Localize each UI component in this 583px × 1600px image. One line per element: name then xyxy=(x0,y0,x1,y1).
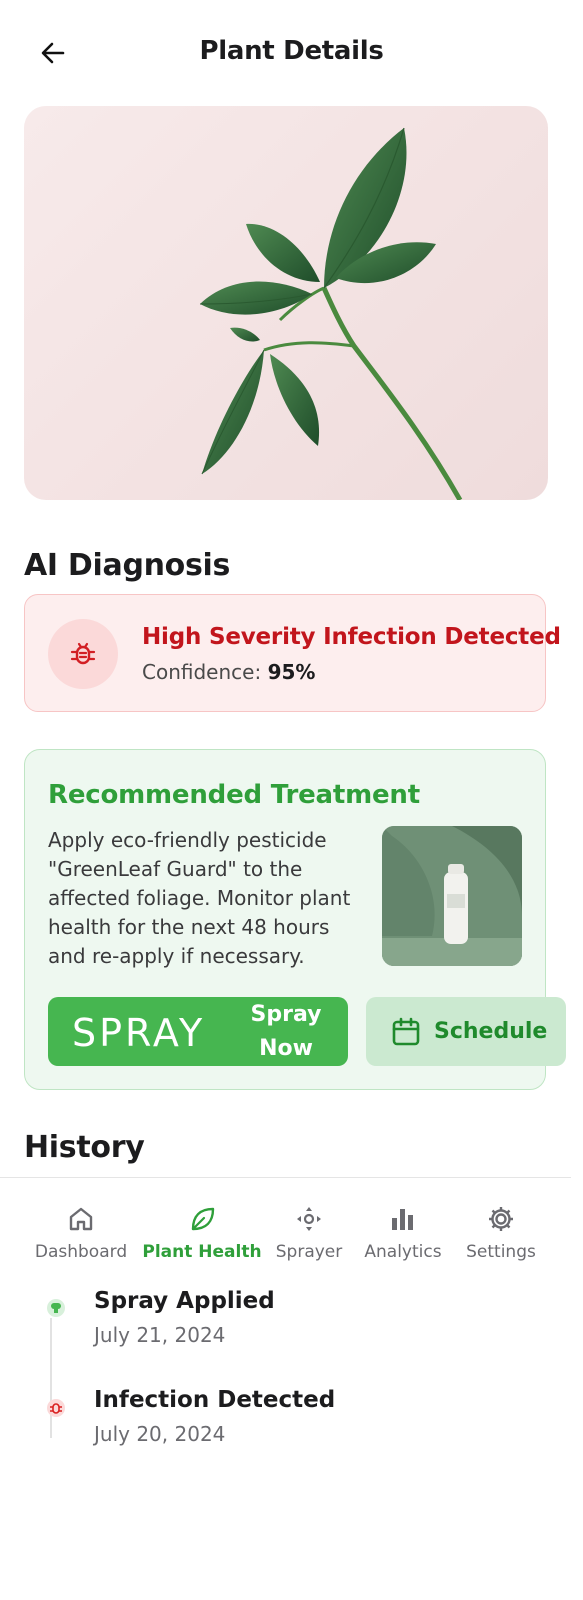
timeline-line xyxy=(50,1318,52,1438)
bug-icon xyxy=(50,1403,62,1414)
diagnosis-icon-badge xyxy=(48,619,118,689)
history-event-title: Infection Detected xyxy=(94,1387,336,1413)
leaf-icon xyxy=(191,1207,215,1231)
spray-icon xyxy=(51,1303,61,1313)
home-icon xyxy=(69,1207,93,1231)
confidence-label: Confidence: xyxy=(142,660,262,684)
timeline-dot-infection xyxy=(47,1399,65,1417)
nav-label-plant-health: Plant Health xyxy=(142,1242,262,1262)
plant-photo xyxy=(24,106,548,500)
nav-label-dashboard: Dashboard xyxy=(34,1242,128,1262)
schedule-label: Schedule xyxy=(434,1019,548,1044)
treatment-title: Recommended Treatment xyxy=(48,780,420,810)
history-event-title: Spray Applied xyxy=(94,1288,275,1314)
history-section-title: History xyxy=(24,1130,145,1165)
nav-item-settings[interactable]: Settings xyxy=(441,1204,561,1262)
calendar-icon xyxy=(392,1017,420,1045)
nav-label-settings: Settings xyxy=(466,1242,536,1262)
bar-chart-icon xyxy=(392,1209,413,1230)
schedule-button[interactable]: Schedule xyxy=(366,997,566,1066)
gear-icon xyxy=(489,1207,513,1231)
treatment-description: Apply eco-friendly pesticide "GreenLeaf … xyxy=(48,828,351,968)
confidence-value: 95% xyxy=(267,660,316,684)
nav-item-dashboard[interactable]: Dashboard xyxy=(21,1204,141,1262)
diagnosis-confidence: Confidence: 95% xyxy=(142,660,315,684)
page-title: Plant Details xyxy=(199,36,384,66)
nav-item-plant-health[interactable]: Plant Health xyxy=(142,1204,262,1262)
timeline-dot-spray xyxy=(47,1299,65,1317)
spray-now-label: Spray Now xyxy=(250,1001,322,1061)
product-photo xyxy=(382,826,522,966)
nav-label-sprayer: Sprayer xyxy=(275,1242,343,1262)
history-event-date: July 20, 2024 xyxy=(94,1422,226,1446)
sprayer-icon xyxy=(297,1207,321,1231)
spray-now-button[interactable]: SPRAY Spray Now xyxy=(48,997,348,1066)
bug-icon xyxy=(70,642,96,665)
history-event-date: July 21, 2024 xyxy=(94,1323,226,1347)
nav-label-analytics: Analytics xyxy=(364,1242,442,1262)
spray-graphic-text: SPRAY xyxy=(72,1011,206,1055)
diagnosis-section-title: AI Diagnosis xyxy=(24,548,231,583)
diagnosis-headline: High Severity Infection Detected xyxy=(142,624,561,650)
